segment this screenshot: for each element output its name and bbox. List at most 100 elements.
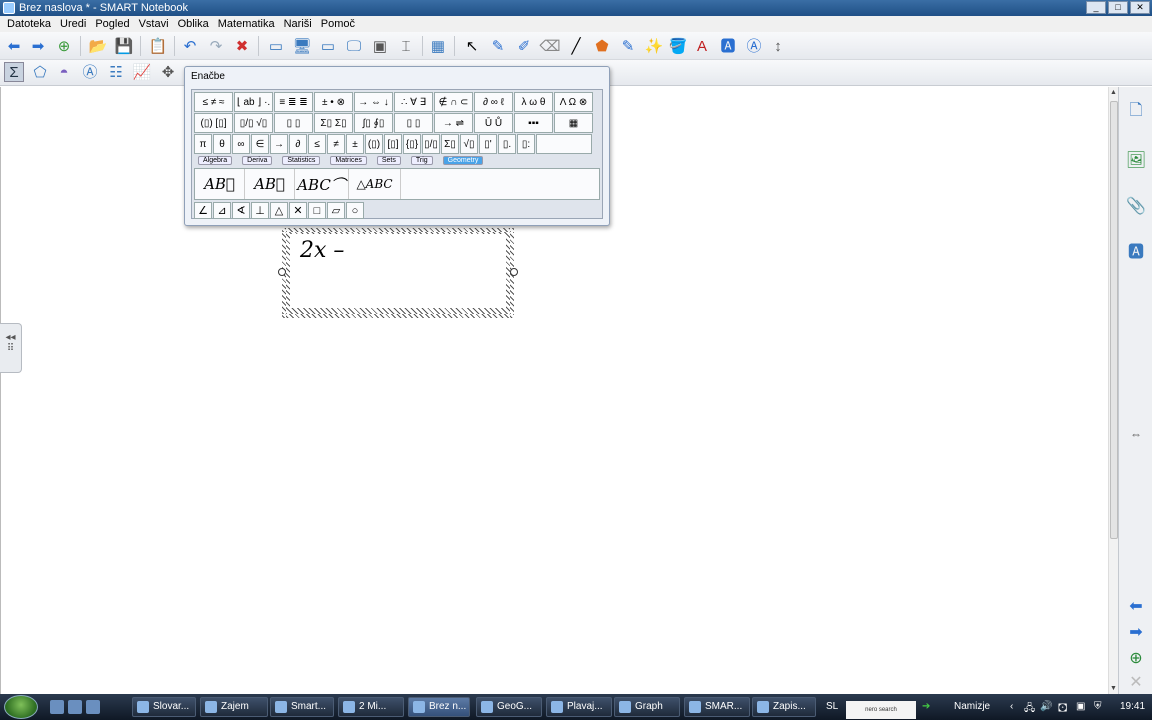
properties-tab-icon[interactable]: 🅰 [1124,237,1148,263]
tray-app-icon[interactable]: 🖸 [1058,701,1067,718]
move-sidebar-icon[interactable]: ⇔ [1124,421,1148,447]
menu-uredi[interactable]: Uredi [57,18,92,30]
scroll-thumb[interactable] [1110,101,1118,539]
labeled-arrow-templates[interactable]: → ⇌ [434,113,473,133]
angle-symbol[interactable]: ∠ [194,202,212,219]
task-slovar[interactable]: Slovar... [132,697,196,717]
tools-icon[interactable]: ✥ [158,62,178,82]
language-indicator[interactable]: SL [826,701,838,712]
circle-symbol[interactable]: ○ [346,202,364,219]
handwriting-math-icon[interactable]: Ⓐ [80,62,100,82]
line-ab-template[interactable]: AB⃡ [245,169,295,199]
greek-lower-symbol-group[interactable]: λ ω θ [514,92,553,112]
arrows-symbol-group[interactable]: → ⇔ ↓ [354,92,393,112]
creative-pen-icon[interactable]: ✐ [514,36,534,56]
sum-icon[interactable]: Σ [4,62,24,82]
plus-minus-symbol[interactable]: ± [346,134,364,154]
subscript-templates[interactable]: ▯ ▯ [274,113,313,133]
menu-vstavi[interactable]: Vstavi [136,18,175,30]
text-icon[interactable]: A [692,36,712,56]
clock[interactable]: 19:41 [1120,701,1145,712]
resize-handle-left[interactable] [278,268,286,276]
media-player-icon[interactable] [86,700,100,714]
pen-icon[interactable]: ✎ [488,36,508,56]
tab-sets[interactable]: Sets [376,156,401,165]
add-page-icon[interactable]: ⊕ [54,36,74,56]
transparent-background-icon[interactable]: ▭ [318,36,338,56]
redo-icon[interactable]: ↷ [206,36,226,56]
sum-template[interactable]: Σ▯ [441,134,459,154]
braces-template[interactable]: {▯} [403,134,421,154]
subscript-template[interactable]: ▯. [498,134,516,154]
partial-symbol[interactable]: ∂ [289,134,307,154]
right-arrow-symbol[interactable]: → [270,134,288,154]
attachments-icon[interactable]: 📎 [1124,193,1148,219]
underbar-templates[interactable]: ▯ ▯ [394,113,433,133]
vertical-scrollbar[interactable]: ▲ ▼ [1108,87,1118,694]
task-zapis[interactable]: Zapis... [752,697,816,717]
tab-matrices[interactable]: Matrices [330,156,367,165]
menu-pogled[interactable]: Pogled [92,18,135,30]
shapes-icon[interactable]: ⬟ [592,36,612,56]
sphere-icon[interactable]: ◓ [54,62,74,82]
add-page-sidebar-icon[interactable]: ⊕ [1124,645,1148,671]
triangle-symbol[interactable]: △ [270,202,288,219]
properties-icon[interactable]: 🅰 [718,36,738,56]
menu-matematika[interactable]: Matematika [215,18,281,30]
equation-editor-panel[interactable]: Enačbe ≤ ≠ ≈ ⌊ ab ⌋ ·. ≡ ≣ ≣ ± • ⊗ → ⇔ ↓… [184,66,610,226]
menu-pomoc[interactable]: Pomoč [318,18,361,30]
equation-table-icon[interactable]: ☷ [106,62,126,82]
resize-handle-right[interactable] [510,268,518,276]
relations-symbol-group[interactable]: ≤ ≠ ≈ [194,92,233,112]
brackets-template[interactable]: [▯] [384,134,402,154]
forward-arrow-icon[interactable]: ➡ [28,36,48,56]
task-smart[interactable]: Smart... [270,697,334,717]
task-smart-2[interactable]: SMAR... [684,697,750,717]
back-arrow-icon[interactable]: ⬅ [4,36,24,56]
switch-windows-icon[interactable] [68,700,82,714]
sqrt-template[interactable]: √▯ [460,134,478,154]
paste-icon[interactable]: 📋 [148,36,168,56]
menu-datoteka[interactable]: Datoteka [4,18,57,30]
toolbar-collapse-handle[interactable]: ◂◂ ⠿ [0,323,22,373]
misc-symbol-group[interactable]: ∂ ∞ ℓ [474,92,513,112]
move-toolbar-icon[interactable]: ↕ [768,36,788,56]
network-icon[interactable]: 🖧 [1024,701,1035,718]
perpendicular-symbol[interactable]: ⊥ [251,202,269,219]
nero-search-box[interactable]: nero search [846,701,916,719]
scroll-up-arrow-icon[interactable]: ▲ [1110,89,1117,96]
open-folder-icon[interactable]: 📂 [88,36,108,56]
minimize-button[interactable]: _ [1086,1,1106,14]
eraser-icon[interactable]: ⌫ [539,36,560,56]
full-screen-icon[interactable]: 🖥 [292,36,312,56]
tab-trig[interactable]: Trig [410,156,433,165]
show-desktop-icon[interactable] [50,700,64,714]
math-object[interactable]: 2x – [278,228,518,318]
infinity-symbol[interactable]: ∞ [232,134,250,154]
volume-icon[interactable]: 🔊 [1040,701,1052,712]
next-page-icon[interactable]: ➡ [1124,619,1148,645]
fence-templates[interactable]: (▯) [▯] [194,113,233,133]
select-arrow-icon[interactable]: ↖ [462,36,482,56]
summation-templates[interactable]: Σ▯ Σ▯ [314,113,353,133]
superscript-template[interactable]: ▯' [479,134,497,154]
vector-ab-template[interactable]: AB⃗ [195,169,245,199]
less-equal-symbol[interactable]: ≤ [308,134,326,154]
right-triangle-symbol[interactable]: ⊿ [213,202,231,219]
task-brez-naslova[interactable]: Brez n... [408,697,470,717]
text-recognition-icon[interactable]: Ⓐ [744,36,764,56]
operators-symbol-group[interactable]: ± • ⊗ [314,92,353,112]
window-title-bar[interactable]: Brez naslova * - SMART Notebook _ □ ✕ [0,0,1152,16]
line-icon[interactable]: ╱ [566,36,586,56]
not-equal-symbol[interactable]: ≠ [327,134,345,154]
menu-narisi[interactable]: Nariši [281,18,318,30]
integral-templates[interactable]: ∫▯ ∮▯ [354,113,393,133]
undo-icon[interactable]: ↶ [180,36,200,56]
task-graph[interactable]: Graph [614,697,680,717]
document-camera-icon[interactable]: ⌶ [396,36,416,56]
spherical-angle-symbol[interactable]: ∢ [232,202,250,219]
arc-abc-template[interactable]: ABC⌒ [295,169,349,199]
colon-template[interactable]: ▯: [517,134,535,154]
shape-pen-icon[interactable]: ✎ [618,36,638,56]
menu-oblika[interactable]: Oblika [175,18,215,30]
